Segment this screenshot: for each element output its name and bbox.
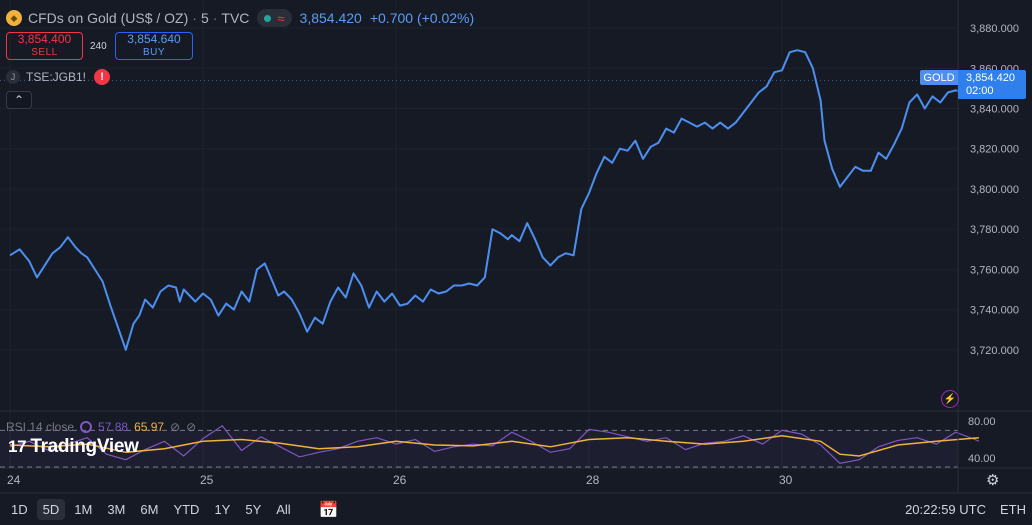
rsi-band-fill: [0, 430, 958, 467]
buy-button[interactable]: 3,854.640 BUY: [115, 32, 193, 60]
utc-clock[interactable]: 20:22:59 UTC: [905, 502, 986, 517]
compare-symbol-row[interactable]: J TSE:JGB1! !: [6, 69, 111, 85]
y-tick-label: 3,720.000: [970, 345, 1019, 357]
hide-icon[interactable]: ⊘: [186, 420, 196, 434]
price-tag-value: 3,854.420: [966, 71, 1015, 84]
interval-label: 5: [200, 10, 209, 26]
market-open-icon: [264, 14, 272, 22]
brand-name: TradingView: [30, 436, 139, 457]
price-change: +0.700 (+0.02%): [369, 10, 475, 26]
rsi-label: RSI 14 close: [6, 420, 75, 434]
symbol-price-tag: GOLD: [920, 70, 958, 85]
rsi-value: 57.88: [98, 420, 129, 434]
sell-label: SELL: [31, 47, 58, 58]
x-tick-label: 30: [779, 473, 793, 487]
session-toggle[interactable]: ETH: [1000, 502, 1026, 517]
gold-coin-icon: ◆: [6, 10, 22, 26]
warning-icon[interactable]: !: [94, 69, 111, 85]
y-tick-label: 3,800.000: [970, 184, 1019, 196]
compare-symbol: TSE:JGB1!: [26, 70, 87, 84]
chart-canvas: 3,720.000 3,740.000 3,760.000 3,780.000 3,80…: [0, 0, 1032, 494]
calendar-icon[interactable]: 📅: [319, 500, 339, 520]
hide-icon[interactable]: ⊘: [170, 420, 180, 434]
rsi-ma-value: 65.97: [134, 420, 165, 434]
x-tick-label: 25: [200, 473, 214, 487]
y-tick-label: 3,780.000: [970, 224, 1019, 236]
range-button-6m[interactable]: 6M: [134, 499, 164, 520]
range-button-all[interactable]: All: [270, 499, 296, 520]
range-button-3m[interactable]: 3M: [101, 499, 131, 520]
symbol-header[interactable]: ◆ CFDs on Gold (US$ / OZ) · 5 · TVC ≈ 3,…: [6, 8, 474, 28]
buy-price: 3,854.640: [127, 32, 181, 46]
tradingview-logo[interactable]: 17 TradingView: [8, 436, 139, 458]
y-tick-label: 3,760.000: [970, 264, 1019, 276]
last-price: 3,854.420: [299, 10, 362, 26]
y-tick-label: 3,820.000: [970, 144, 1019, 156]
y-tick-label: 3,740.000: [970, 305, 1019, 317]
range-button-5y[interactable]: 5Y: [239, 499, 267, 520]
y-tick-label: 3,880.000: [970, 23, 1019, 35]
collapse-legend-button[interactable]: ⌃: [6, 91, 32, 109]
price-pane: [0, 49, 980, 351]
range-button-1y[interactable]: 1Y: [208, 499, 236, 520]
range-button-1d[interactable]: 1D: [5, 499, 34, 520]
tradingview-mark-icon: 17: [8, 437, 27, 456]
x-tick-label: 26: [393, 473, 407, 487]
separator-dot: ·: [192, 10, 197, 26]
range-buttons: 1D 5D 1M 3M 6M YTD 1Y 5Y All: [2, 499, 297, 520]
rsi-y-tick-label: 40.00: [968, 453, 996, 465]
chevron-up-icon: ⌃: [13, 93, 25, 107]
x-tick-label: 28: [586, 473, 600, 487]
gear-icon[interactable]: ⚙: [986, 471, 999, 489]
range-button-1m[interactable]: 1M: [68, 499, 98, 520]
bottom-toolbar: 1D 5D 1M 3M 6M YTD 1Y 5Y All 📅 20:22:59 UTC ETH: [0, 494, 1032, 525]
rsi-legend[interactable]: RSI 14 close 57.88 65.97 ⊘ ⊘: [6, 420, 196, 434]
data-delay-icon: ≈: [277, 10, 285, 26]
rsi-y-tick-label: 80.00: [968, 416, 996, 428]
symbol-title: CFDs on Gold (US$ / OZ): [28, 10, 189, 26]
separator-dot: ·: [212, 10, 218, 26]
range-button-5d[interactable]: 5D: [36, 499, 66, 520]
indicator-loading-icon: [80, 421, 93, 433]
bar-countdown: 02:00: [966, 84, 994, 97]
lightning-icon[interactable]: ⚡: [941, 390, 959, 408]
buy-label: BUY: [142, 47, 166, 58]
spread-value: 240: [90, 41, 107, 52]
source-label: TVC: [221, 10, 250, 26]
sell-button[interactable]: 3,854.400 SELL: [6, 32, 83, 60]
last-price-tag: 3,854.420 02:00: [958, 70, 1026, 99]
gold-price-line: [9, 49, 980, 351]
y-tick-label: 3,840.000: [970, 104, 1019, 116]
market-status-pill[interactable]: ≈: [257, 9, 292, 27]
x-tick-label: 24: [7, 473, 21, 487]
sell-price: 3,854.400: [17, 32, 72, 46]
compare-badge: J: [6, 70, 20, 84]
range-button-ytd[interactable]: YTD: [167, 499, 205, 520]
